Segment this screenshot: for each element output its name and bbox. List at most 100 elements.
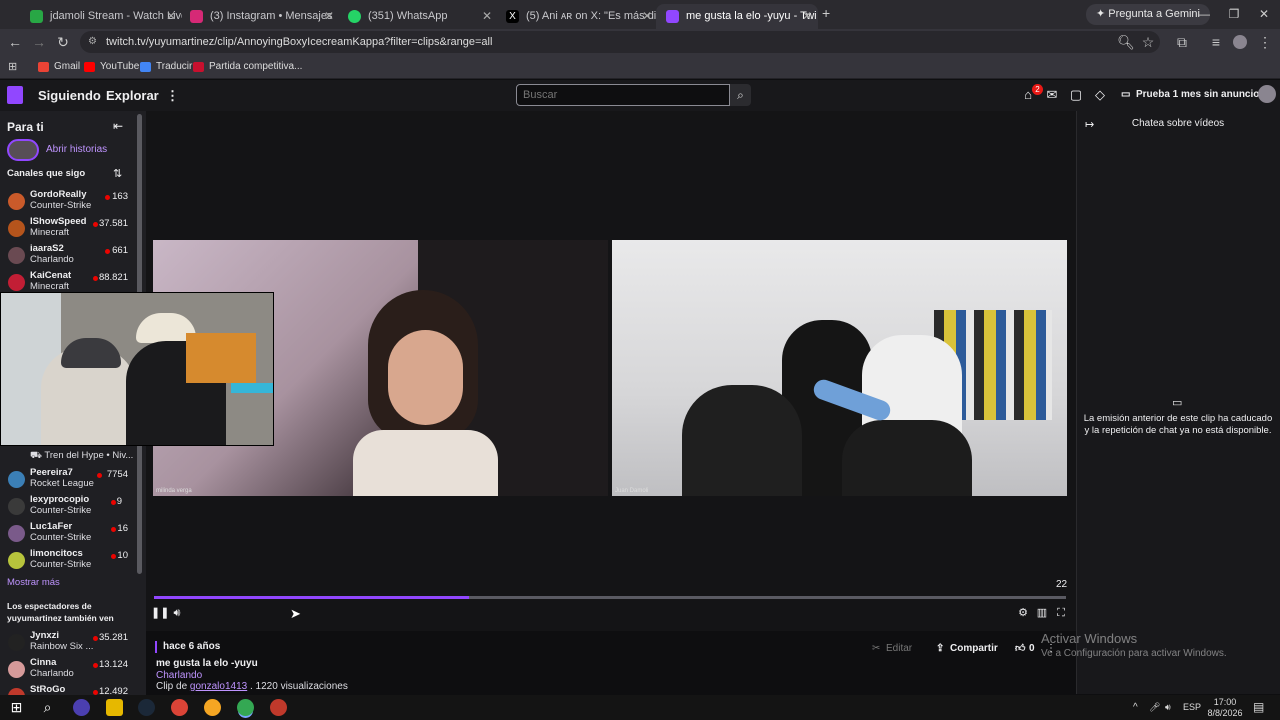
channel-item[interactable]: Peereira7 Rocket League 7754 xyxy=(0,467,146,494)
close-icon[interactable]: ✕ xyxy=(166,4,176,29)
clock[interactable]: 17:00 8/8/2026 xyxy=(1205,695,1245,720)
twitch-logo-icon[interactable] xyxy=(7,86,23,104)
close-icon[interactable]: ✕ xyxy=(324,4,334,29)
bookmark-youtube[interactable]: YouTube xyxy=(84,55,139,79)
microphone-icon[interactable]: 🎤︎ xyxy=(1149,695,1160,720)
search-input[interactable] xyxy=(516,84,730,106)
apps-grid-icon[interactable]: ⊞ xyxy=(8,60,17,73)
minimize-icon[interactable]: — xyxy=(1190,4,1218,24)
chat-unavailable-message: La emisión anterior de este clip ha cadu… xyxy=(1083,413,1273,436)
forward-icon[interactable]: → xyxy=(29,32,49,52)
channel-item[interactable]: lexyprocopio Counter-Strike 9 xyxy=(0,494,146,521)
reload-icon[interactable]: ↻ xyxy=(53,32,73,52)
open-stories-link[interactable]: Abrir historias xyxy=(46,144,107,155)
hype-train-icon: ⛟ xyxy=(30,450,45,461)
chrome-active-icon[interactable] xyxy=(237,699,254,716)
show-more-link[interactable]: Mostrar más xyxy=(7,577,60,588)
channel-item[interactable]: GordoReally Counter-Strike 163 xyxy=(0,189,146,216)
pause-icon[interactable]: ❚❚ xyxy=(151,606,169,620)
site-info-icon[interactable]: ⚙ xyxy=(88,31,97,53)
clip-category-link[interactable]: Charlando xyxy=(156,670,202,681)
file-explorer-icon[interactable] xyxy=(106,699,123,716)
channel-item[interactable]: Luc1aFer Counter-Strike 16 xyxy=(0,521,146,548)
close-window-icon[interactable]: ✕ xyxy=(1250,4,1278,24)
bookmark-partida[interactable]: Partida competitiva... xyxy=(193,55,302,79)
restore-icon[interactable]: ❐ xyxy=(1220,4,1248,24)
channel-item[interactable]: limoncitocs Counter-Strike 10 xyxy=(0,548,146,575)
chrome-icon[interactable] xyxy=(171,699,188,716)
video-player[interactable]: milinda verga Juan Damoli xyxy=(146,111,1076,631)
notifications-icon[interactable]: ▤ xyxy=(1253,695,1264,720)
avatar xyxy=(8,525,25,542)
user-avatar[interactable] xyxy=(1258,85,1276,103)
views-count: . 1220 visualizaciones xyxy=(249,681,348,692)
viewer-count: 37.581 xyxy=(98,218,128,229)
url-text: twitch.tv/yuyumartinez/clip/AnnoyingBoxy… xyxy=(106,36,493,48)
close-icon[interactable]: ✕ xyxy=(482,4,492,29)
cortana-icon[interactable] xyxy=(73,699,90,716)
settings-gear-icon[interactable]: ⚙ xyxy=(1016,606,1030,620)
bookmark-star-icon[interactable]: ☆ xyxy=(1138,32,1158,52)
browser-tab[interactable]: X (5) Ani ᴀʀ on X: "Es más difícil c ✕ xyxy=(496,4,658,29)
channel-name: StRoGo xyxy=(30,684,66,695)
inbox-icon[interactable]: ✉ xyxy=(1043,86,1061,104)
url-field[interactable]: ⚙ twitch.tv/yuyumartinez/clip/AnnoyingBo… xyxy=(80,31,1160,53)
prime-ad-free-button[interactable]: ▭ Prueba 1 mes sin anuncios xyxy=(1118,84,1265,105)
channel-item[interactable]: iaaraS2 Charlando 661 xyxy=(0,243,146,270)
followed-heading: Canales que sigo xyxy=(7,168,86,179)
channel-item[interactable]: Cinna Charlando 13.124 xyxy=(0,657,146,684)
bits-icon[interactable]: ◇ xyxy=(1091,86,1109,104)
extensions-icon[interactable]: ⧉ xyxy=(1172,32,1192,52)
theatre-mode-icon[interactable]: ▥ xyxy=(1035,606,1049,620)
browser-tab-active[interactable]: me gusta la elo -yuyu - Twi ✕ xyxy=(656,4,818,29)
channel-item[interactable]: IShowSpeed Minecraft 37.581 xyxy=(0,216,146,243)
nav-explore[interactable]: Explorar xyxy=(106,80,159,111)
app-icon[interactable] xyxy=(204,699,221,716)
clock-date: 8/8/2026 xyxy=(1207,708,1243,718)
search-button[interactable]: ⌕ xyxy=(730,84,751,106)
back-icon[interactable]: ← xyxy=(5,32,25,52)
zoom-icon[interactable]: 🔍︎ xyxy=(1116,32,1136,52)
for-you-heading: Para ti xyxy=(7,120,44,134)
menu-kebab-icon[interactable]: ⋮ xyxy=(1255,32,1275,52)
close-icon[interactable]: ✕ xyxy=(642,4,652,29)
browser-tab[interactable]: (3) Instagram • Mensajes ✕ xyxy=(180,4,340,29)
bookmark-traducir[interactable]: Traducir xyxy=(140,55,192,79)
person-black-shirt xyxy=(842,420,972,496)
steam-icon[interactable] xyxy=(138,699,155,716)
channel-item[interactable]: Jynxzi Rainbow Six ... 35.281 xyxy=(0,630,146,657)
media-app-icon[interactable] xyxy=(270,699,287,716)
more-kebab-icon[interactable]: ⋮ xyxy=(166,80,179,111)
browser-tab[interactable]: (351) WhatsApp ✕ xyxy=(338,4,498,29)
speaker-icon[interactable]: 🔊︎ xyxy=(1165,695,1171,720)
collapse-icon[interactable]: ⇤ xyxy=(113,119,123,133)
scissors-icon: ✂ xyxy=(872,643,881,654)
edit-button[interactable]: ✂ Editar xyxy=(870,640,912,658)
avatar xyxy=(8,634,25,651)
volume-icon[interactable]: 🔊︎ xyxy=(170,606,184,620)
nav-following[interactable]: Siguiendo xyxy=(38,80,101,111)
live-dot-icon xyxy=(97,473,102,478)
stories-avatar[interactable] xyxy=(7,139,39,161)
whispers-icon[interactable]: ▢ xyxy=(1067,86,1085,104)
language-indicator[interactable]: ESP xyxy=(1183,695,1201,720)
media-icon[interactable]: ≡ xyxy=(1206,32,1226,52)
bookmark-gmail[interactable]: Gmail xyxy=(38,55,80,79)
new-tab-icon[interactable]: + xyxy=(822,5,830,21)
channel-game: Counter-Strike xyxy=(30,200,92,211)
avatar xyxy=(8,220,25,237)
profile-avatar[interactable] xyxy=(1233,35,1247,49)
tray-chevron-icon[interactable]: ^ xyxy=(1133,695,1138,720)
like-button[interactable]: 👍︎ 0 xyxy=(1013,640,1035,658)
windows-start-icon[interactable]: ⊞ xyxy=(8,699,25,716)
search-icon[interactable]: ⌕ xyxy=(39,699,56,716)
fullscreen-icon[interactable]: ⛶ xyxy=(1054,606,1068,620)
share-button[interactable]: ⇪ Compartir xyxy=(934,640,998,658)
close-icon[interactable]: ✕ xyxy=(802,4,812,29)
sort-icon[interactable]: ⇅ xyxy=(113,167,122,180)
clipper-link[interactable]: gonzalo1413 xyxy=(190,681,247,692)
tab-title: me gusta la elo -yuyu - Twi xyxy=(686,10,817,22)
share-icon: ⇪ xyxy=(936,643,945,654)
browser-tab[interactable]: jdamoli Stream - Watch Live on ✕ xyxy=(20,4,182,29)
whatsapp-icon xyxy=(348,10,361,23)
